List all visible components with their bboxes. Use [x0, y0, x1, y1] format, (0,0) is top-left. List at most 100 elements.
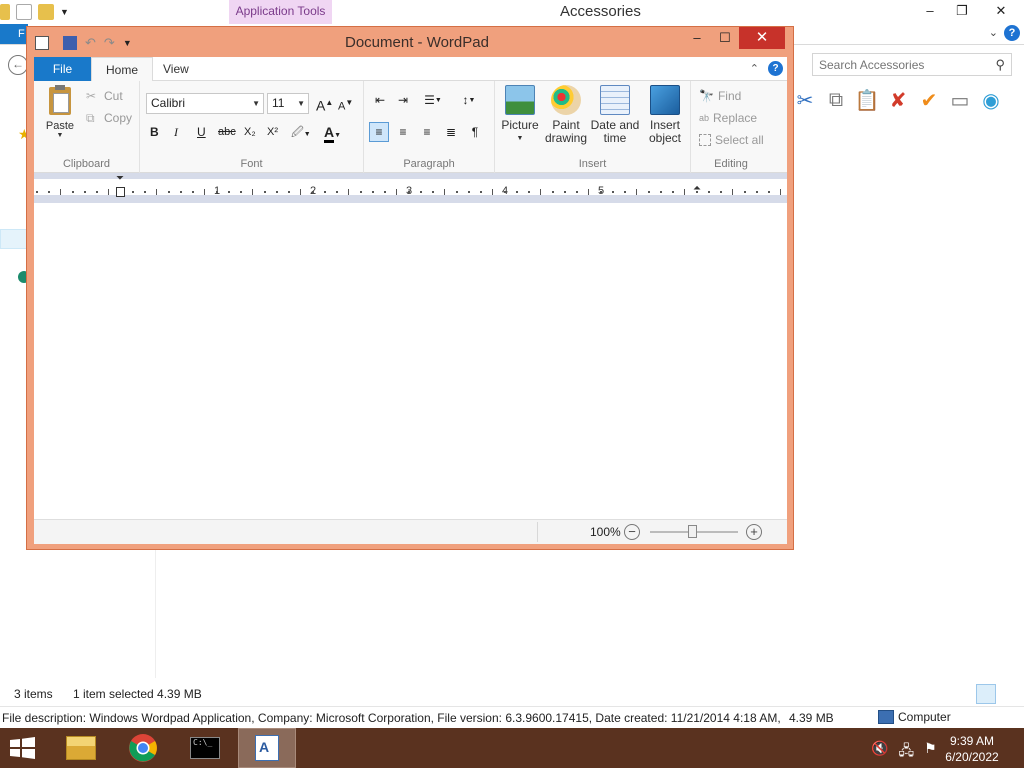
wordpad-app-icon[interactable] — [35, 36, 49, 50]
search-icon[interactable]: ⚲ — [995, 57, 1005, 73]
date-time-button[interactable]: Date and time — [590, 85, 640, 145]
taskbar-file-explorer[interactable] — [52, 728, 110, 768]
properties-icon[interactable] — [16, 4, 32, 20]
collapse-ribbon-icon[interactable]: ⌄ — [989, 26, 998, 39]
decrease-indent-icon[interactable]: ⇤ — [370, 90, 390, 110]
find-button[interactable]: 🔭 Find — [699, 89, 741, 103]
ruler-tick — [756, 191, 758, 193]
copy-button[interactable]: ⧉ Copy — [86, 111, 132, 125]
underline-button[interactable]: U — [197, 123, 206, 141]
explorer-maximize-button[interactable]: ❐ — [946, 0, 978, 22]
zoom-out-button[interactable]: − — [624, 524, 640, 540]
shell-icon[interactable]: ◉ — [980, 89, 1002, 112]
paint-palette-icon — [551, 85, 581, 115]
wordpad-close-button[interactable]: ✕ — [739, 27, 785, 49]
search-box[interactable]: ⚲ — [812, 53, 1012, 76]
select-all-button[interactable]: Select all — [699, 133, 764, 147]
subscript-button[interactable]: X₂ — [244, 123, 256, 141]
wordpad-window: ↶ ↷ ▼ Document - WordPad – ☐ ✕ File Home… — [26, 26, 794, 550]
font-color-button[interactable]: A▼ — [324, 123, 341, 143]
help-icon[interactable]: ? — [1004, 25, 1020, 41]
taskbar-command-prompt[interactable]: C:\_ — [176, 728, 234, 768]
first-line-indent-marker[interactable]: ⏷ — [116, 173, 124, 184]
strikethrough-button[interactable]: abc — [218, 123, 236, 141]
nav-selected-item[interactable] — [0, 229, 28, 249]
search-input[interactable] — [813, 54, 983, 75]
explorer-minimize-button[interactable]: – — [914, 0, 946, 22]
start-button[interactable] — [8, 736, 38, 760]
tab-view[interactable]: View — [149, 57, 203, 81]
tab-home[interactable]: Home — [91, 57, 154, 82]
details-bar: File description: Windows Wordpad Applic… — [0, 706, 1024, 728]
ruler-tick — [636, 189, 637, 195]
ruler-tick — [192, 191, 194, 193]
application-tools-tab[interactable]: Application Tools — [229, 0, 332, 24]
action-center-icon[interactable]: ⚑ — [924, 740, 937, 764]
bold-button[interactable]: B — [150, 123, 159, 141]
font-size-select[interactable]: 11 ▼ — [267, 93, 309, 114]
zoom-in-button[interactable]: + — [746, 524, 762, 540]
taskbar-chrome[interactable] — [114, 728, 172, 768]
qat-customize-icon[interactable]: ▼ — [123, 38, 132, 48]
paste-icon[interactable]: 📋 — [855, 89, 880, 112]
rename-icon[interactable]: ▭ — [949, 89, 971, 112]
checkmark-icon[interactable]: ✔ — [918, 89, 940, 112]
minimize-ribbon-icon[interactable]: ⌃ — [750, 62, 759, 75]
ribbon-tabs: File Home View ⌃ ? — [34, 57, 787, 82]
qat-dropdown-icon[interactable]: ▼ — [60, 7, 69, 17]
left-indent-marker[interactable] — [116, 187, 125, 197]
redo-icon[interactable]: ↷ — [104, 35, 115, 51]
wordpad-maximize-button[interactable]: ☐ — [711, 27, 739, 49]
insert-picture-button[interactable]: Picture ▼ — [500, 85, 540, 145]
back-button[interactable]: ← — [8, 55, 28, 75]
paint-drawing-button[interactable]: Paint drawing — [543, 85, 589, 145]
selection-info: 1 item selected 4.39 MB — [73, 687, 202, 701]
ruler-tick — [600, 191, 602, 193]
document-area[interactable] — [34, 203, 787, 519]
details-view-button[interactable] — [976, 684, 996, 704]
ruler-tick — [204, 189, 205, 195]
line-spacing-icon[interactable]: ↕ ▼ — [454, 90, 484, 110]
align-right-icon[interactable]: ≡ — [417, 122, 437, 142]
bullets-icon[interactable]: ☰ ▼ — [418, 90, 448, 110]
paste-button[interactable]: Paste ▼ — [42, 85, 78, 139]
object-icon — [650, 85, 680, 115]
network-icon[interactable]: 🖧 — [898, 740, 914, 764]
paste-dropdown-icon[interactable]: ▼ — [42, 132, 78, 139]
replace-button[interactable]: ab Replace — [699, 111, 757, 125]
volume-muted-icon[interactable]: 🔇 — [871, 740, 888, 764]
wordpad-titlebar[interactable]: ↶ ↷ ▼ Document - WordPad – ☐ ✕ — [27, 27, 793, 57]
insert-object-button[interactable]: Insert object — [643, 85, 687, 145]
align-left-icon[interactable]: ≡ — [369, 122, 389, 142]
increase-indent-icon[interactable]: ⇥ — [393, 90, 413, 110]
help-icon[interactable]: ? — [768, 61, 783, 76]
ruler[interactable]: 1 2 3 4 5 ⏷ ⏶ — [34, 173, 787, 203]
explorer-file-tab[interactable]: F — [0, 24, 28, 44]
taskbar-wordpad[interactable]: A — [238, 728, 296, 768]
right-indent-marker[interactable]: ⏶ — [693, 183, 701, 194]
superscript-button[interactable]: X² — [267, 123, 278, 141]
wordpad-minimize-button[interactable]: – — [683, 27, 711, 49]
grow-font-button[interactable]: A▲ — [316, 94, 333, 114]
font-family-select[interactable]: Calibri ▼ — [146, 93, 264, 114]
folder-icon[interactable] — [0, 4, 10, 20]
cut-icon[interactable]: ✂ — [794, 89, 816, 112]
large-icons-view-button[interactable] — [998, 684, 1018, 704]
explorer-close-button[interactable]: ✕ — [978, 0, 1024, 22]
copy-icon[interactable]: ⧉ — [825, 89, 847, 111]
tab-file[interactable]: File — [34, 57, 91, 81]
zoom-slider-thumb[interactable] — [688, 525, 697, 538]
paragraph-settings-icon[interactable]: ¶ — [465, 122, 485, 142]
save-icon[interactable] — [63, 36, 77, 50]
object-label-2: object — [648, 131, 682, 145]
align-center-icon[interactable]: ≡ — [393, 122, 413, 142]
cut-button[interactable]: ✂ Cut — [86, 89, 123, 103]
new-folder-icon[interactable] — [38, 4, 54, 20]
italic-button[interactable]: I — [174, 123, 178, 141]
clock[interactable]: 9:39 AM 6/20/2022 — [942, 733, 1002, 765]
undo-icon[interactable]: ↶ — [85, 35, 96, 51]
highlight-button[interactable]: 🖉▼ — [291, 123, 311, 141]
shrink-font-button[interactable]: A▼ — [338, 94, 353, 113]
justify-icon[interactable]: ≣ — [441, 122, 461, 142]
delete-icon[interactable]: ✘ — [887, 89, 909, 112]
